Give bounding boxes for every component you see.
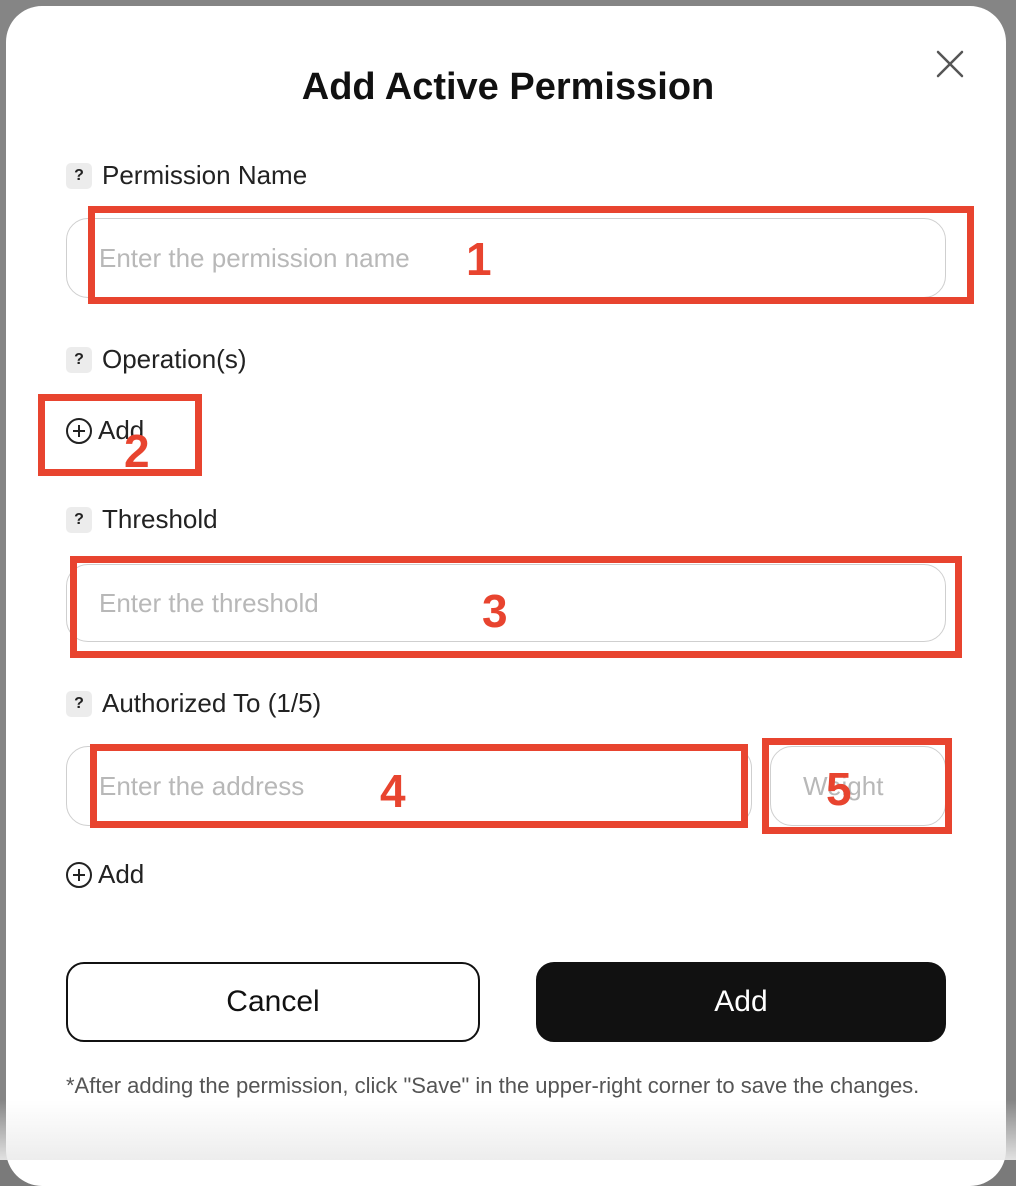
permission-name-label-row: ? Permission Name xyxy=(66,160,307,191)
weight-input[interactable] xyxy=(770,746,946,826)
plus-circle-icon xyxy=(66,417,92,444)
dialog-title: Add Active Permission xyxy=(301,66,715,108)
threshold-label-row: ? Threshold xyxy=(66,504,218,535)
add-authorized-label: Add xyxy=(98,859,145,889)
help-icon[interactable]: ? xyxy=(66,690,92,717)
cancel-button[interactable]: Cancel xyxy=(66,962,480,1042)
help-icon[interactable]: ? xyxy=(66,506,92,533)
threshold-label: Threshold xyxy=(102,504,218,534)
authorized-to-label: Authorized To (1/5) xyxy=(102,688,322,718)
permission-name-label: Permission Name xyxy=(102,160,308,190)
authorized-to-label-row: ? Authorized To (1/5) xyxy=(66,688,321,719)
permission-name-input[interactable] xyxy=(66,218,946,298)
operations-label: Operation(s) xyxy=(102,344,247,374)
add-authorized-button[interactable]: Add xyxy=(66,859,144,890)
help-icon[interactable]: ? xyxy=(66,162,92,189)
address-input[interactable] xyxy=(66,746,752,826)
operations-label-row: ? Operation(s) xyxy=(66,344,247,375)
plus-circle-icon xyxy=(66,861,92,888)
add-operation-button[interactable]: Add xyxy=(66,415,144,446)
help-icon[interactable]: ? xyxy=(66,346,92,373)
save-hint-footnote: *After adding the permission, click "Sav… xyxy=(66,1073,920,1098)
threshold-input[interactable] xyxy=(66,564,946,642)
add-operation-label: Add xyxy=(98,415,145,445)
add-button[interactable]: Add xyxy=(536,962,946,1042)
